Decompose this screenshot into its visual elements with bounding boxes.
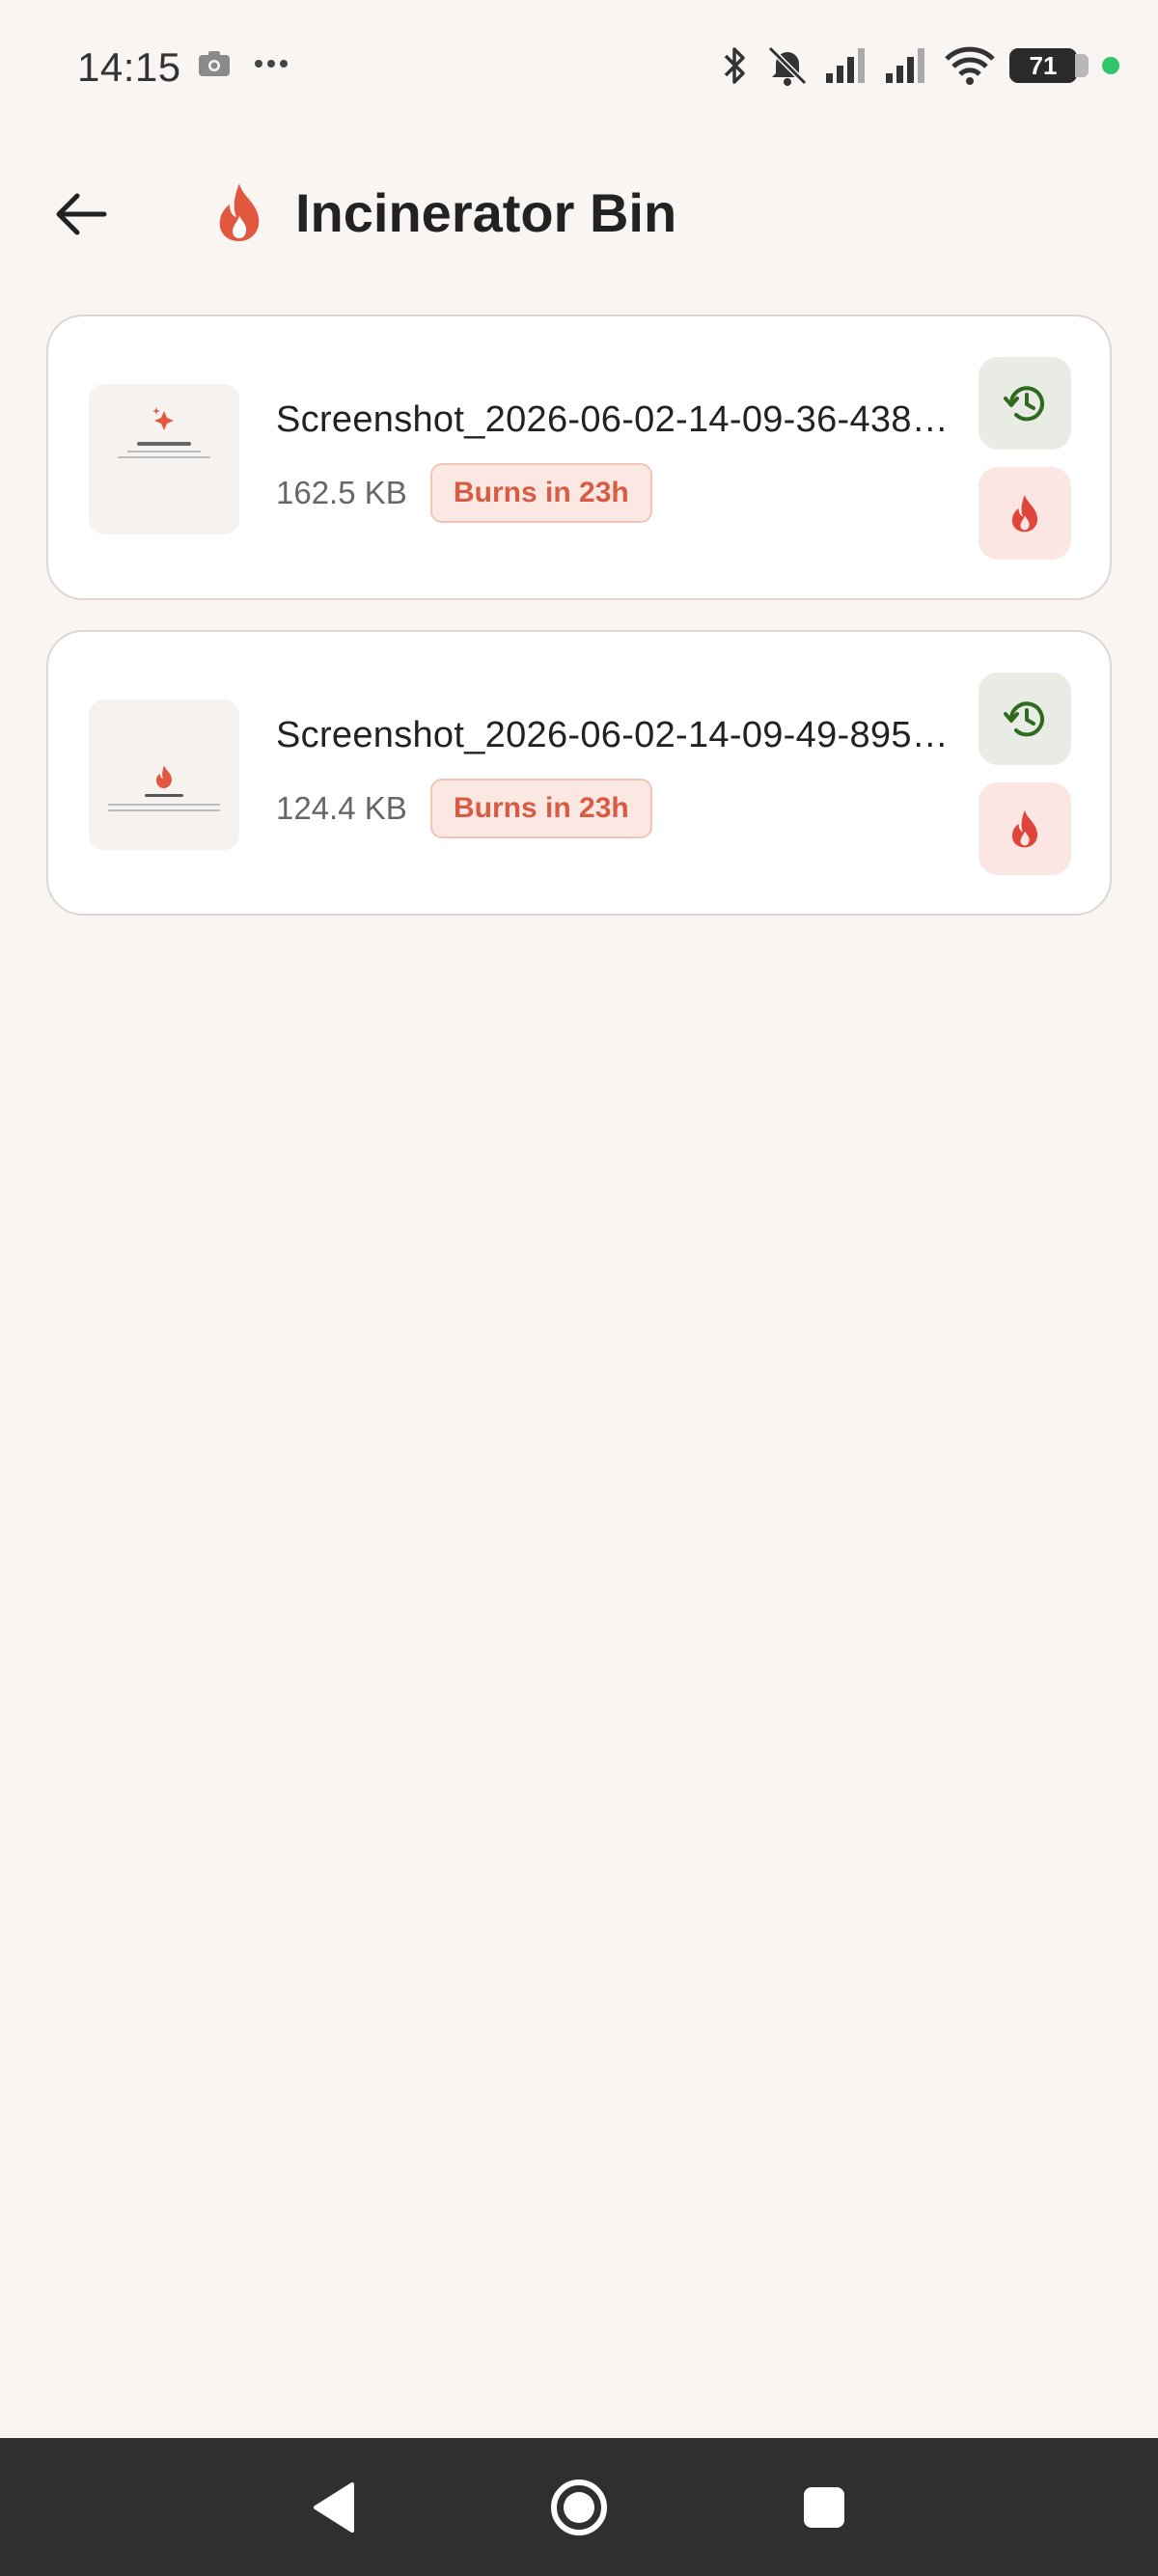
status-bar: 14:15 71 <box>0 0 1158 140</box>
flame-icon <box>1011 809 1038 848</box>
signal-icon <box>886 48 924 83</box>
battery-level: 71 <box>1029 50 1058 80</box>
restore-button[interactable] <box>979 357 1071 450</box>
page-title: Incinerator Bin <box>295 182 677 243</box>
bell-off-icon <box>767 45 808 86</box>
flame-icon <box>219 183 260 241</box>
bin-item-card[interactable]: Screenshot_2026-06-02-14-09-36-438… 162.… <box>46 315 1112 600</box>
burn-now-button[interactable] <box>979 467 1071 560</box>
camera-icon <box>199 51 230 76</box>
file-size: 162.5 KB <box>276 475 407 510</box>
system-nav-bar <box>0 2438 1158 2576</box>
file-name: Screenshot_2026-06-02-14-09-49-895… <box>276 715 950 755</box>
restore-history-icon <box>1004 701 1044 737</box>
nav-home-button[interactable] <box>538 2467 620 2548</box>
nav-home-icon <box>551 2480 607 2535</box>
nav-recents-icon <box>804 2487 844 2528</box>
app-header: Incinerator Bin <box>0 154 1158 270</box>
more-dots-icon <box>255 60 288 68</box>
file-name: Screenshot_2026-06-02-14-09-36-438… <box>276 399 950 440</box>
status-time: 14:15 <box>77 44 181 90</box>
restore-history-icon <box>1004 386 1044 422</box>
back-button[interactable] <box>48 181 114 247</box>
battery-icon: 71 <box>1009 48 1089 83</box>
burn-now-button[interactable] <box>979 782 1071 875</box>
thumbnail-preview <box>118 407 210 458</box>
status-right-icons: 71 <box>718 44 1119 87</box>
burn-timer-badge: Burns in 23h <box>430 779 652 838</box>
file-thumbnail[interactable] <box>89 699 239 850</box>
nav-back-button[interactable] <box>293 2467 374 2548</box>
signal-icon <box>826 48 865 83</box>
restore-button[interactable] <box>979 672 1071 765</box>
flame-icon <box>1011 494 1038 533</box>
thumbnail-preview <box>108 765 220 811</box>
arrow-left-icon <box>56 193 107 235</box>
privacy-indicator-dot <box>1102 57 1119 74</box>
burn-timer-badge: Burns in 23h <box>430 463 652 523</box>
wifi-icon <box>945 46 995 85</box>
file-thumbnail[interactable] <box>89 384 239 534</box>
file-size: 124.4 KB <box>276 790 407 826</box>
nav-back-icon <box>314 2482 354 2533</box>
bluetooth-icon <box>724 47 745 84</box>
status-left-icons <box>198 50 289 77</box>
bin-item-card[interactable]: Screenshot_2026-06-02-14-09-49-895… 124.… <box>46 630 1112 916</box>
nav-recents-button[interactable] <box>784 2467 865 2548</box>
